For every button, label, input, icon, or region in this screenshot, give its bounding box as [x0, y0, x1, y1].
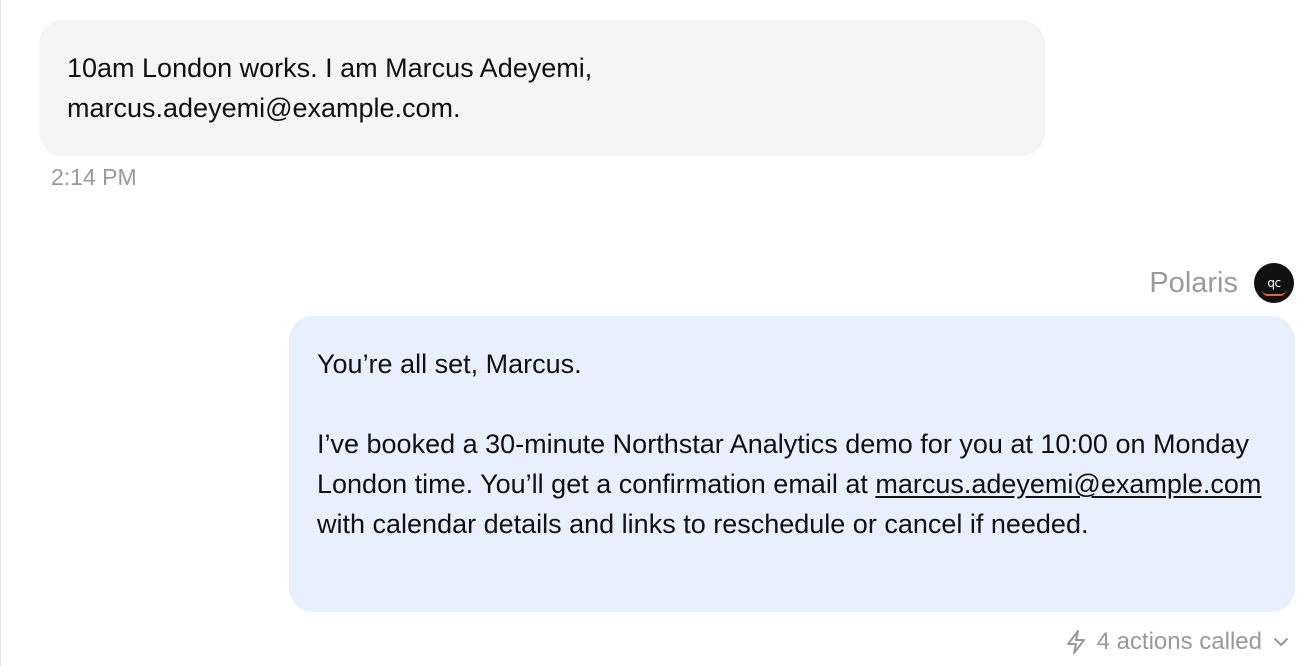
agent-message-bubble: You’re all set, Marcus. I’ve booked a 30… — [289, 316, 1295, 612]
actions-called-label: 4 actions called — [1096, 628, 1262, 655]
agent-message-body: I’ve booked a 30-minute Northstar Analyt… — [317, 424, 1267, 544]
email-link[interactable]: marcus.adeyemi@example.com — [875, 469, 1261, 499]
agent-header: Polaris qc — [1149, 263, 1294, 303]
chat-transcript: 10am London works. I am Marcus Adeyemi, … — [0, 0, 1304, 666]
lightning-icon — [1065, 630, 1087, 654]
user-message-line: marcus.adeyemi@example.com. — [67, 93, 461, 123]
agent-body-text: with calendar details and links to resch… — [317, 509, 1089, 539]
polaris-avatar-icon: qc — [1254, 263, 1294, 303]
message-timestamp: 2:14 PM — [51, 164, 137, 190]
agent-greeting: You’re all set, Marcus. — [317, 349, 582, 379]
user-message-line: 10am London works. I am Marcus Adeyemi, — [67, 53, 593, 83]
chevron-down-icon — [1272, 636, 1290, 648]
agent-name: Polaris — [1149, 266, 1238, 299]
user-message-bubble: 10am London works. I am Marcus Adeyemi, … — [39, 20, 1045, 156]
actions-called-toggle[interactable]: 4 actions called — [1065, 628, 1290, 656]
